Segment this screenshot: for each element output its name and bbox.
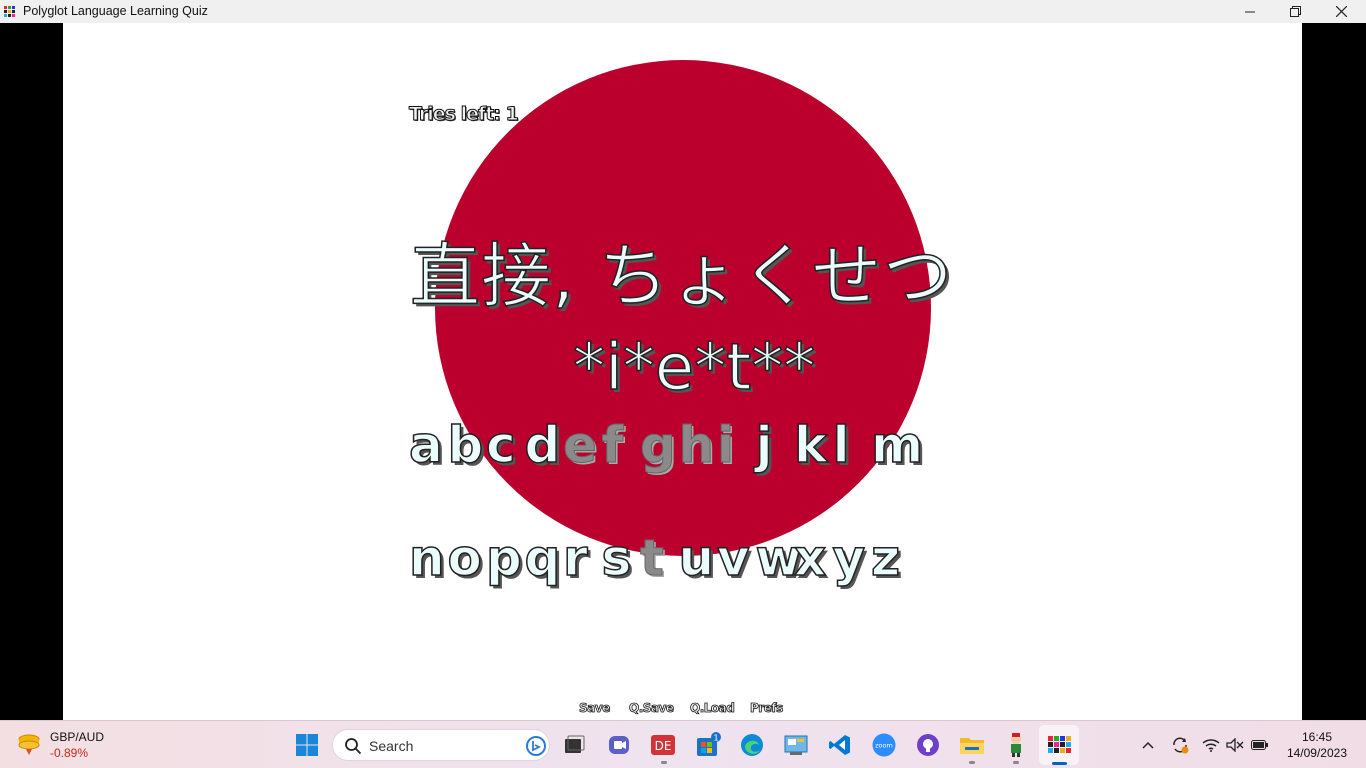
running-indicator	[1013, 761, 1019, 764]
clock-time[interactable]: 16:45	[1302, 730, 1332, 744]
letter-key-l[interactable]: l	[832, 415, 851, 475]
letter-key-y[interactable]: y	[832, 528, 866, 588]
masked-answer: *i*e*t**	[572, 330, 816, 406]
task-view-icon[interactable]	[561, 732, 587, 758]
game-mascot-icon[interactable]	[1003, 732, 1029, 758]
letter-key-s[interactable]: s	[601, 528, 632, 588]
tries-counter: Tries left: 1	[409, 103, 520, 126]
zoom-label: zoom	[875, 742, 893, 750]
wifi-icon[interactable]	[1201, 735, 1221, 755]
letter-key-g[interactable]: g	[640, 415, 677, 475]
widget-title: GBP/AUD	[50, 730, 105, 744]
game-canvas: Tries left: 1 直接, ちょくせつ *i*e*t** abcdefg…	[63, 23, 1302, 720]
taskbar: GBP/AUD -0.89% Search DE 1 zoom 16:45 14…	[0, 720, 1366, 768]
search-placeholder: Search	[369, 738, 414, 754]
sync-icon[interactable]	[1170, 735, 1190, 755]
teams-meet-icon[interactable]	[606, 732, 632, 758]
quick-load-button[interactable]: Q.Load	[690, 701, 736, 716]
polyglot-app-icon[interactable]	[1047, 732, 1073, 758]
running-indicator	[661, 761, 667, 764]
letter-key-k[interactable]: k	[793, 415, 828, 475]
letter-key-z[interactable]: z	[870, 528, 901, 588]
letter-key-h[interactable]: h	[678, 415, 715, 475]
letter-key-p[interactable]: p	[485, 528, 522, 588]
office-app-icon[interactable]: DE	[650, 732, 676, 758]
letter-key-f[interactable]: f	[601, 415, 624, 475]
bing-chat-icon[interactable]	[526, 736, 546, 756]
save-button[interactable]: Save	[579, 701, 611, 716]
control-panel-icon[interactable]	[783, 732, 809, 758]
letter-key-e[interactable]: e	[563, 415, 598, 475]
window-title: Polyglot Language Learning Quiz	[23, 4, 208, 18]
volume-muted-icon[interactable]	[1225, 735, 1245, 755]
letter-key-r[interactable]: r	[562, 528, 588, 588]
letter-key-b[interactable]: b	[447, 415, 484, 475]
edge-icon[interactable]	[739, 732, 765, 758]
restore-button[interactable]	[1272, 0, 1318, 23]
close-icon	[1335, 6, 1347, 17]
title-bar: Polyglot Language Learning Quiz	[0, 0, 1366, 23]
quick-save-button[interactable]: Q.Save	[629, 701, 675, 716]
file-explorer-icon[interactable]	[959, 732, 985, 758]
letter-key-a[interactable]: a	[408, 415, 443, 475]
letter-key-n[interactable]: n	[408, 528, 445, 588]
microsoft-store-icon[interactable]: 1	[695, 732, 721, 758]
close-button[interactable]	[1318, 0, 1364, 23]
restore-icon	[1289, 6, 1301, 17]
letter-key-d[interactable]: d	[524, 415, 561, 475]
coin-stack-icon	[18, 734, 40, 755]
zoom-icon[interactable]: zoom	[871, 732, 897, 758]
letterbox-right	[1302, 23, 1366, 720]
letter-key-v[interactable]: v	[716, 528, 750, 588]
letter-key-i[interactable]: i	[716, 415, 734, 475]
prefs-button[interactable]: Prefs	[750, 701, 784, 716]
start-icon[interactable]	[296, 734, 318, 756]
search-icon	[345, 738, 362, 755]
letter-key-c[interactable]: c	[485, 415, 516, 475]
widget-change: -0.89%	[50, 746, 89, 760]
letter-key-u[interactable]: u	[678, 528, 715, 588]
store-badge: 1	[713, 734, 718, 743]
minimize-button[interactable]	[1227, 0, 1273, 23]
letter-key-j[interactable]: j	[755, 415, 774, 475]
quick-menu: Save Q.Save Q.Load Prefs	[63, 701, 1302, 717]
active-app-indicator	[1052, 762, 1067, 765]
app-grid-icon	[4, 6, 15, 17]
github-icon[interactable]	[915, 732, 941, 758]
letter-key-q[interactable]: q	[524, 528, 561, 588]
letter-key-x[interactable]: x	[793, 528, 827, 588]
letterbox-left	[0, 23, 63, 720]
battery-icon[interactable]	[1250, 735, 1270, 755]
minimize-icon	[1245, 11, 1255, 12]
letter-key-o[interactable]: o	[447, 528, 483, 588]
vscode-icon[interactable]	[827, 732, 853, 758]
chevron-up-icon[interactable]	[1138, 735, 1158, 755]
letter-key-m[interactable]: m	[870, 415, 924, 475]
prompt-word: 直接, ちょくせつ	[409, 234, 954, 318]
taskbar-search[interactable]: Search	[332, 729, 550, 761]
letter-key-t[interactable]: t	[640, 528, 665, 588]
running-indicator	[969, 761, 975, 764]
clock-date[interactable]: 14/09/2023	[1287, 746, 1347, 760]
svg-text:DE: DE	[655, 739, 672, 753]
